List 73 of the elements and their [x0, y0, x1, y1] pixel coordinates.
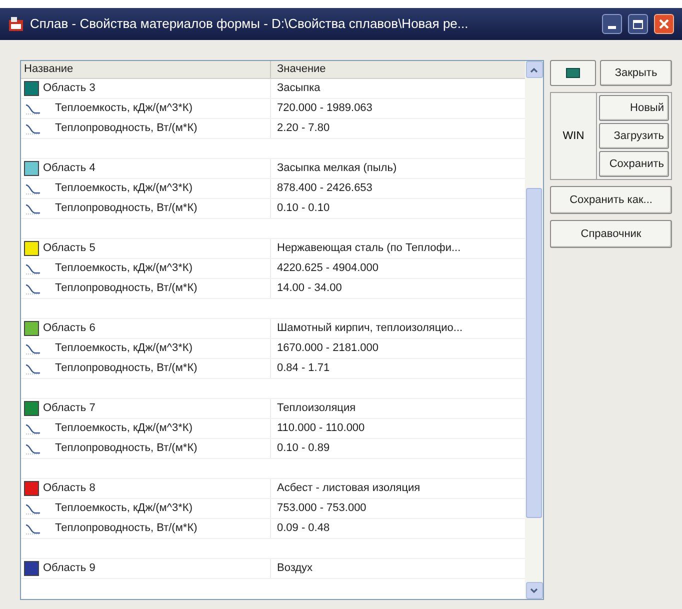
property-name: Теплопроводность, Вт/(м*К) [54, 281, 198, 296]
property-name: Теплопроводность, Вт/(м*К) [54, 201, 198, 216]
property-value: 0.10 - 0.10 [276, 201, 330, 216]
material-name: Засыпка [276, 81, 320, 96]
property-value: 753.000 - 753.000 [276, 501, 366, 516]
curve-icon [25, 442, 41, 456]
property-value: 878.400 - 2426.653 [276, 181, 372, 196]
close-icon [659, 19, 669, 29]
property-name: Теплоемкость, кДж/(м^3*К) [54, 261, 192, 276]
area-name: Область 4 [43, 161, 96, 176]
curve-icon [25, 422, 41, 436]
property-name: Теплопроводность, Вт/(м*К) [54, 521, 198, 536]
close-button[interactable] [654, 14, 674, 34]
property-value: 0.84 - 1.71 [276, 361, 330, 376]
property-value: 0.09 - 0.48 [276, 521, 330, 536]
chevron-up-icon [530, 66, 538, 72]
curve-icon [25, 122, 41, 136]
curve-icon [25, 182, 41, 196]
area-name: Область 9 [43, 561, 96, 576]
property-value: 1670.000 - 2181.000 [276, 341, 379, 356]
property-value: 110.000 - 110.000 [276, 421, 365, 436]
area-name: Область 6 [43, 321, 96, 336]
scroll-up-button[interactable] [526, 61, 542, 78]
property-value: 0.10 - 0.89 [276, 441, 330, 456]
button[interactable]: Закрыть [600, 60, 672, 86]
column-header[interactable]: Значение [271, 61, 525, 78]
curve-icon [25, 262, 41, 276]
scrollbar[interactable] [525, 61, 543, 599]
scroll-thumb[interactable] [526, 188, 542, 518]
screen-icon [566, 68, 580, 78]
button[interactable]: Новый [599, 95, 669, 121]
curve-icon [25, 102, 41, 116]
window-title: Сплав - Свойства материалов формы - D:\Свойства сплавов\Новая ре... [30, 15, 470, 34]
curve-icon [25, 362, 41, 376]
property-name: Теплоемкость, кДж/(м^3*К) [54, 181, 192, 196]
chevron-down-icon [530, 588, 538, 594]
area-name: Область 8 [43, 481, 96, 496]
area-name: Область 3 [43, 81, 96, 96]
property-name: Теплоемкость, кДж/(м^3*К) [54, 101, 192, 116]
button[interactable]: Загрузить [599, 123, 669, 149]
material-name: Воздух [276, 561, 313, 576]
area-name: Область 7 [43, 401, 96, 416]
material-name: Нержавеющая сталь (по Теплофи... [276, 241, 461, 256]
button[interactable]: Сохранить [599, 151, 669, 177]
scroll-down-button[interactable] [526, 582, 542, 599]
material-name: Засыпка мелкая (пыль) [276, 161, 397, 176]
app-icon [8, 16, 24, 32]
material-name: Шамотный кирпич, теплоизоляцио... [276, 321, 463, 336]
group-label: WIN [551, 93, 597, 179]
property-name: Теплопроводность, Вт/(м*К) [54, 361, 198, 376]
area-name: Область 5 [43, 241, 96, 256]
property-value: 4220.625 - 4904.000 [276, 261, 379, 276]
material-name: Теплоизоляция [276, 401, 356, 416]
curve-icon [25, 502, 41, 516]
curve-icon [25, 522, 41, 536]
property-name: Теплопроводность, Вт/(м*К) [54, 441, 198, 456]
button[interactable]: Сохранить как... [550, 186, 672, 214]
curve-icon [25, 342, 41, 356]
property-name: Теплоемкость, кДж/(м^3*К) [54, 341, 192, 356]
property-value: 2.20 - 7.80 [276, 121, 330, 136]
property-name: Теплоемкость, кДж/(м^3*К) [54, 421, 192, 436]
material-name: Асбест - листовая изоляция [276, 481, 420, 496]
curve-icon [25, 202, 41, 216]
column-header[interactable]: Название [21, 61, 271, 78]
curve-icon [25, 282, 41, 296]
property-name: Теплопроводность, Вт/(м*К) [54, 121, 198, 136]
property-value: 720.000 - 1989.063 [276, 101, 372, 116]
minimize-button[interactable] [602, 14, 622, 34]
maximize-button[interactable] [628, 14, 648, 34]
property-name: Теплоемкость, кДж/(м^3*К) [54, 501, 192, 516]
color-button[interactable] [550, 60, 596, 86]
button[interactable]: Справочник [550, 220, 672, 248]
property-value: 14.00 - 34.00 [276, 281, 342, 296]
